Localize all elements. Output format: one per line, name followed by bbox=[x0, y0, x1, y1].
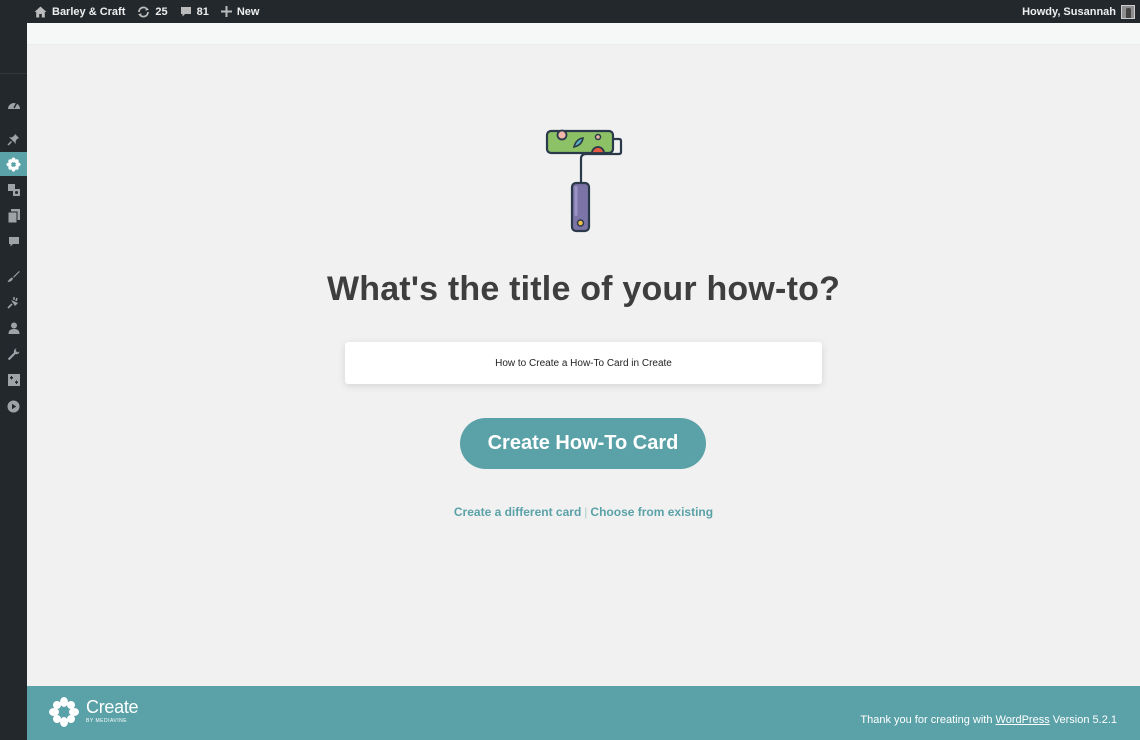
logo-byline: BY MEDIAVINE bbox=[86, 718, 128, 724]
admin-menu bbox=[0, 23, 27, 740]
dashboard-icon bbox=[7, 99, 21, 111]
create-flower-logo-icon bbox=[49, 697, 79, 732]
admin-bar: Barley & Craft 25 81 New Howdy, Susannah bbox=[0, 0, 1140, 23]
greeting: Howdy, Susannah bbox=[1022, 5, 1116, 18]
footer-credit: Thank you for creating with WordPress Ve… bbox=[860, 714, 1117, 726]
updates-link[interactable]: 25 bbox=[131, 0, 173, 23]
menu-plugins[interactable] bbox=[0, 290, 27, 314]
create-logo: Create BY MEDIAVINE bbox=[49, 697, 139, 732]
footer: Create BY MEDIAVINE Thank you for creati… bbox=[27, 686, 1140, 740]
menu-separator bbox=[0, 73, 27, 74]
menu-media[interactable] bbox=[0, 178, 27, 202]
my-account[interactable]: Howdy, Susannah bbox=[1022, 4, 1140, 19]
paint-roller-illustration bbox=[544, 129, 624, 242]
footer-version: Version 5.2.1 bbox=[1052, 714, 1117, 726]
menu-settings[interactable] bbox=[0, 368, 27, 392]
menu-comments[interactable] bbox=[0, 230, 27, 254]
updates-icon bbox=[137, 6, 150, 18]
users-icon bbox=[8, 322, 20, 334]
howto-title-input[interactable] bbox=[345, 342, 822, 384]
plugins-icon bbox=[7, 296, 20, 309]
content-header-strip bbox=[27, 23, 1140, 45]
choose-existing-link[interactable]: Choose from existing bbox=[590, 505, 713, 519]
page-title: What's the title of your how-to? bbox=[326, 270, 841, 308]
tools-icon bbox=[7, 348, 20, 361]
comments-count: 81 bbox=[196, 5, 209, 18]
menu-tools[interactable] bbox=[0, 342, 27, 366]
menu-posts[interactable] bbox=[0, 127, 27, 151]
comment-icon bbox=[180, 6, 192, 18]
create-howto-card-button[interactable]: Create How-To Card bbox=[460, 418, 706, 469]
logo-name: Create bbox=[86, 697, 139, 717]
avatar bbox=[1121, 4, 1135, 19]
pages-icon bbox=[7, 209, 20, 223]
menu-users[interactable] bbox=[0, 316, 27, 340]
menu-dashboard[interactable] bbox=[0, 93, 27, 117]
comments-link[interactable]: 81 bbox=[174, 0, 215, 23]
menu-appearance[interactable] bbox=[0, 264, 27, 288]
menu-video[interactable] bbox=[0, 394, 27, 418]
comments-icon bbox=[8, 236, 20, 248]
home-icon bbox=[34, 6, 47, 18]
settings-icon bbox=[7, 374, 20, 386]
create-card-panel: What's the title of your how-to? Create … bbox=[27, 45, 1140, 686]
create-different-card-link[interactable]: Create a different card bbox=[454, 505, 581, 519]
menu-pages[interactable] bbox=[0, 204, 27, 228]
media-play-icon bbox=[7, 400, 20, 413]
new-content-link[interactable]: New bbox=[215, 0, 266, 23]
site-name-link[interactable]: Barley & Craft bbox=[28, 0, 131, 23]
updates-count: 25 bbox=[155, 5, 168, 18]
create-flower-icon bbox=[6, 156, 21, 172]
site-name: Barley & Craft bbox=[52, 5, 126, 18]
footer-thanks: Thank you for creating with bbox=[860, 714, 993, 726]
new-label: New bbox=[236, 5, 260, 18]
media-icon bbox=[7, 183, 21, 197]
plus-icon bbox=[220, 6, 232, 17]
pin-icon bbox=[7, 133, 20, 146]
alternate-actions: Create a different card | Choose from exis… bbox=[27, 505, 1140, 519]
menu-create[interactable] bbox=[0, 152, 27, 176]
wordpress-link[interactable]: WordPress bbox=[996, 714, 1050, 726]
appearance-icon bbox=[7, 270, 20, 283]
